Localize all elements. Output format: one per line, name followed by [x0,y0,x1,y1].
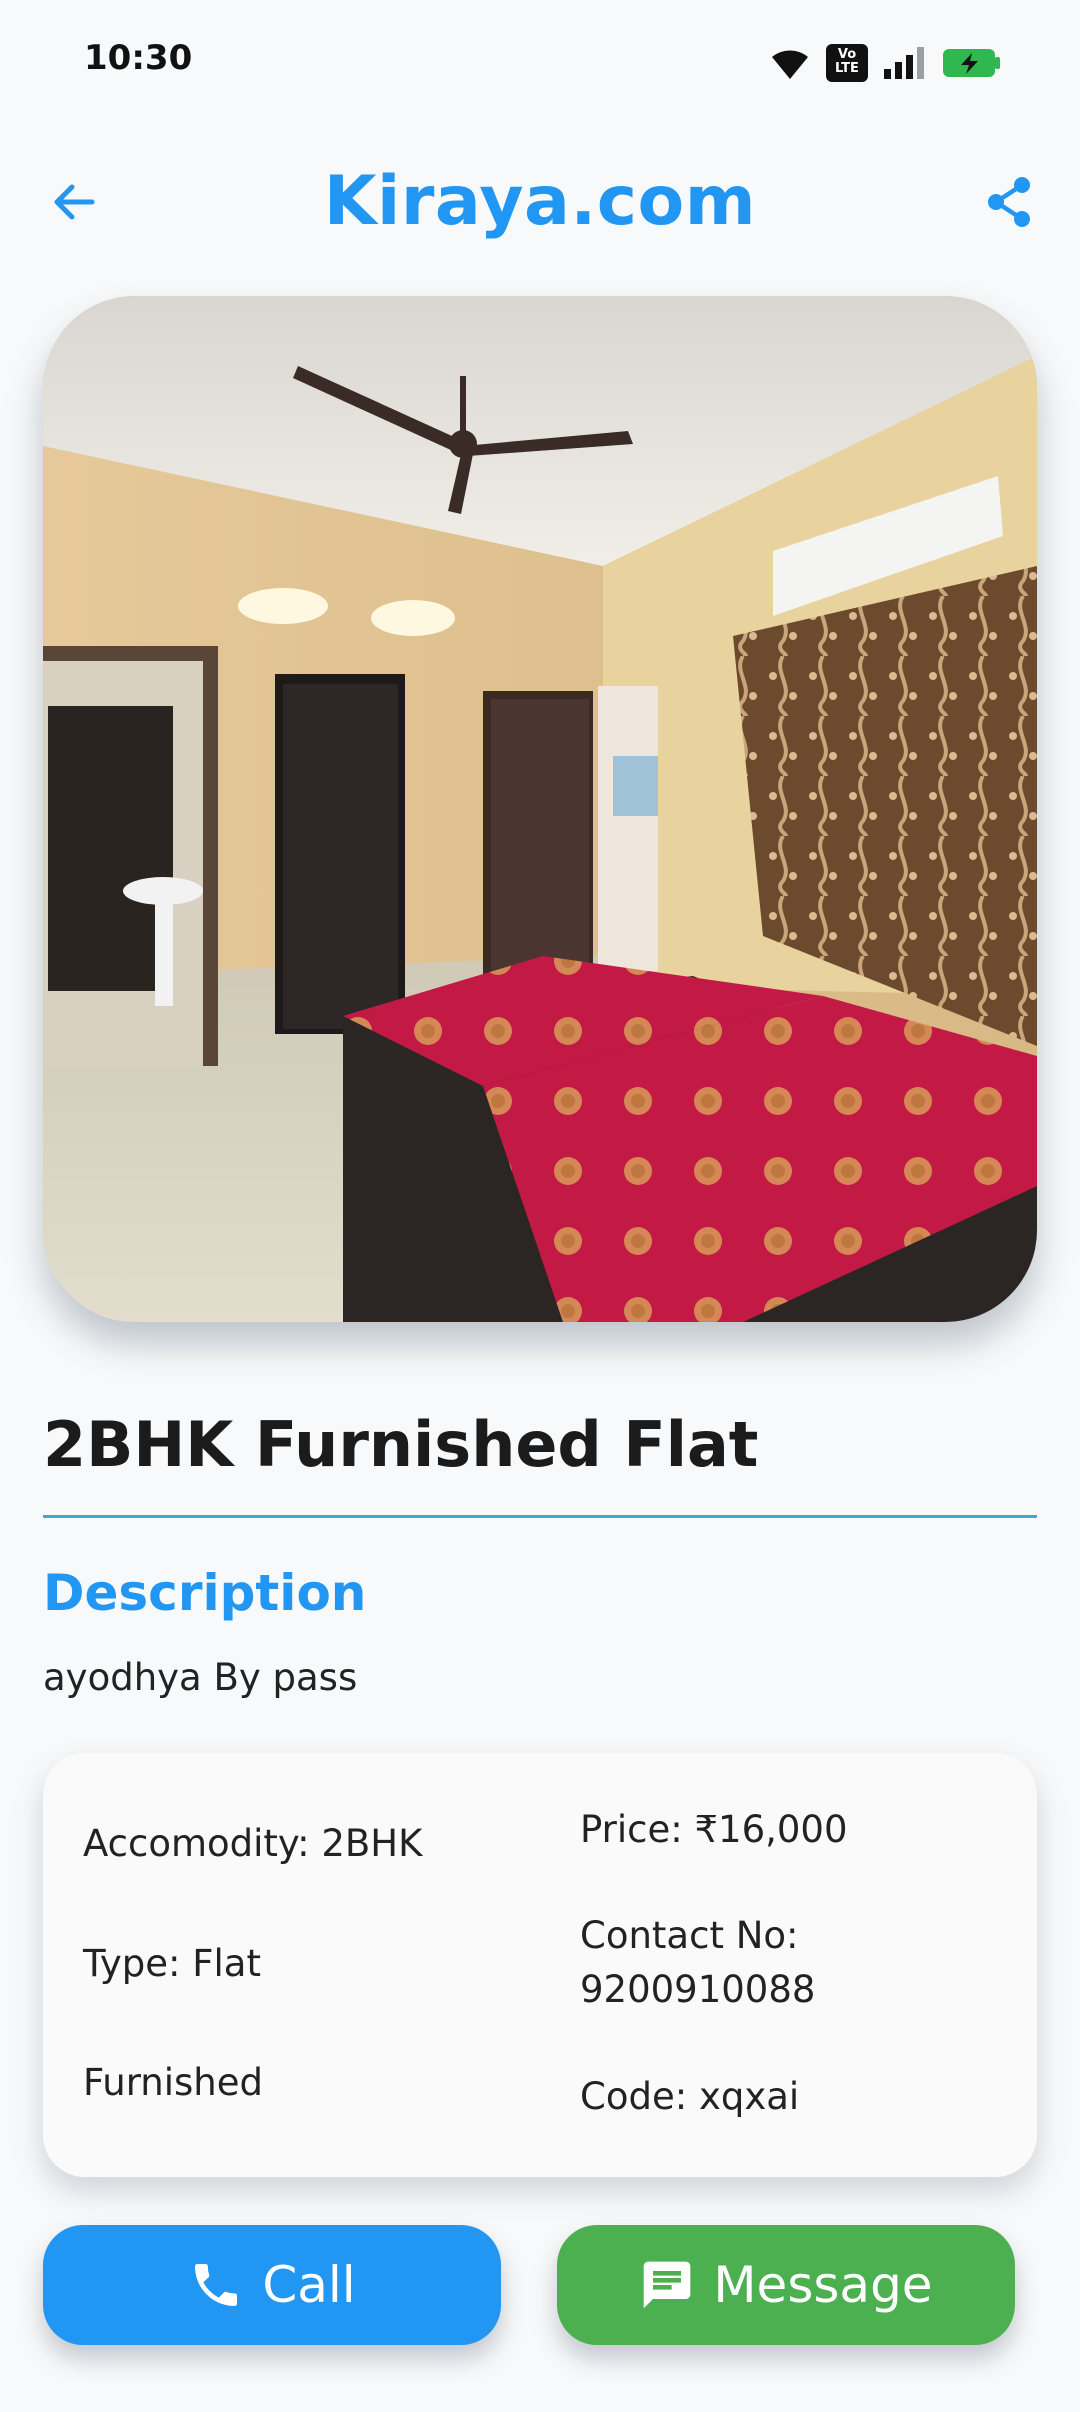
battery-charging-icon [943,49,1000,77]
price-detail: Price: ₹16,000 [580,1808,848,1851]
status-time: 10:30 [84,38,193,78]
code-detail: Code: xqxai [580,2075,800,2118]
description-heading: Description [43,1564,367,1622]
type-detail: Type: Flat [83,1942,261,1985]
app-bar: Kiraya.com [0,140,1080,260]
details-card: Accomodity: 2BHK Type: Flat Furnished Pr… [43,1753,1037,2177]
divider [43,1515,1037,1518]
property-photo[interactable] [43,296,1037,1322]
listing-title: 2BHK Furnished Flat [43,1408,759,1481]
share-icon[interactable] [978,170,1042,234]
contact-label: Contact No: [580,1914,799,1957]
accomodity-detail: Accomodity: 2BHK [83,1822,423,1865]
call-button[interactable]: Call [43,2225,501,2345]
app-title: Kiraya.com [323,162,757,241]
call-label: Call [262,2256,356,2314]
volte-icon: Vo LTE [826,44,868,82]
contact-number[interactable]: 9200910088 [580,1963,815,2017]
signal-icon [884,47,924,79]
message-icon [644,2261,691,2309]
message-label: Message [713,2256,933,2314]
status-icons: Vo LTE [768,40,1002,86]
phone-icon [195,2264,238,2306]
description-text: ayodhya By pass [43,1656,358,1699]
furnished-detail: Furnished [83,2061,263,2104]
status-bar: 10:30 Vo LTE [0,0,1080,125]
wifi-icon [772,50,808,79]
message-button[interactable]: Message [557,2225,1015,2345]
room-photo-image [43,296,1037,1322]
